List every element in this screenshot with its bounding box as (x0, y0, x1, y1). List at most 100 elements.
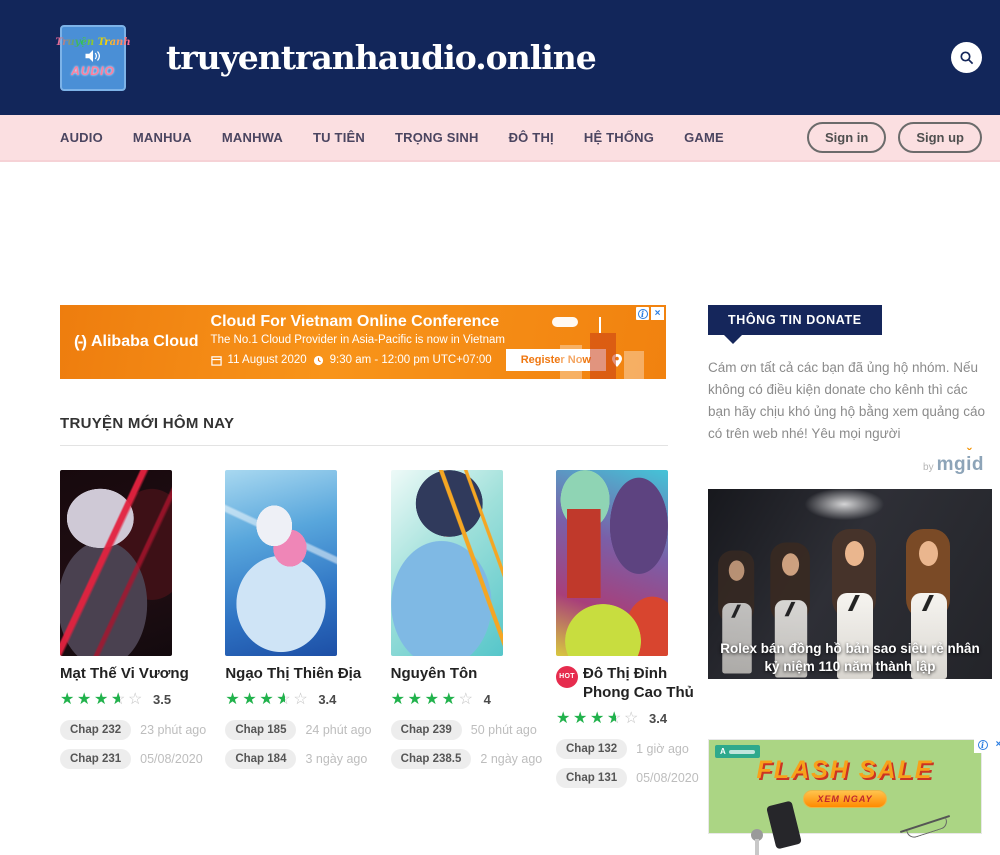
star-icon: ★ (408, 692, 425, 708)
chapter-list: Chap 132 1 giờ ago Chap 131 05/08/2020 (556, 739, 716, 788)
main-nav: AUDIO MANHUA MANHWA TU TIÊN TRỌNG SINH Đ… (0, 115, 1000, 162)
star-icon: ★ (590, 711, 607, 727)
ad-info-icon[interactable]: i (976, 738, 989, 751)
nav-item-hệ-thống[interactable]: HỆ THỐNG (584, 130, 654, 145)
chapter-badge[interactable]: Chap 185 (225, 720, 296, 740)
section-header: TRUYỆN MỚI HÔM NAY (60, 415, 668, 446)
nav-item-game[interactable]: GAME (684, 130, 724, 145)
rating-value: 3.5 (153, 692, 171, 707)
banner-schedule: 11 August 2020 9:30 am - 12:00 pm UTC+07… (211, 349, 622, 371)
section-divider (60, 445, 668, 446)
ad-close-icon[interactable]: × (992, 738, 1000, 751)
comic-card: Ngạo Thị Thiên Địa ★★★★☆☆ 3.4 Chap 185 2… (225, 470, 337, 788)
chapter-time: 50 phút ago (471, 723, 537, 737)
comic-title[interactable]: HOT Đô Thị Đỉnh Phong Cao Thủ (556, 665, 708, 703)
chapter-badge[interactable]: Chap 132 (556, 739, 627, 759)
nav-item-manhua[interactable]: MANHUA (133, 130, 192, 145)
chapter-list: Chap 185 24 phút ago Chap 184 3 ngày ago (225, 720, 385, 769)
banner-brand: (-) Alibaba Cloud (60, 332, 211, 352)
nav-item-đô-thị[interactable]: ĐÔ THỊ (509, 130, 554, 145)
banner-content: Cloud For Vietnam Online Conference The … (211, 313, 622, 371)
sign-up-button[interactable]: Sign up (898, 122, 982, 153)
hot-badge: HOT (556, 666, 578, 688)
star-icon: ★ (391, 692, 408, 708)
sign-in-button[interactable]: Sign in (807, 122, 886, 153)
comic-cover[interactable] (225, 470, 337, 656)
star-icon: ★☆ (607, 711, 624, 727)
chapter-row: Chap 185 24 phút ago (225, 720, 385, 740)
comic-title-text: Ngạo Thị Thiên Địa (225, 665, 361, 684)
star-icon: ★ (60, 692, 77, 708)
banner-time: 9:30 am - 12:00 pm UTC+07:00 (330, 354, 492, 366)
chapter-time: 2 ngày ago (480, 752, 542, 766)
glasses-graphic (900, 815, 950, 833)
mgid-logo[interactable]: mgidˇ (937, 454, 984, 475)
phone-graphic (766, 801, 802, 850)
chapter-badge[interactable]: Chap 131 (556, 768, 627, 788)
star-icon: ★ (259, 692, 276, 708)
star-icon: ★ (442, 692, 459, 708)
logo-text-top: Truyện Tranh (55, 37, 130, 48)
comic-title-text: Đô Thị Đỉnh Phong Cao Thủ (583, 665, 708, 703)
mgid-by-label: by (923, 462, 934, 473)
chapter-row: Chap 232 23 phút ago (60, 720, 220, 740)
register-now-button[interactable]: Register Now (506, 349, 606, 371)
advertiser-name-blur (729, 750, 755, 754)
ad-info-icon[interactable]: i (636, 307, 649, 320)
chapter-row: Chap 132 1 giờ ago (556, 739, 716, 759)
rating-value: 3.4 (649, 711, 667, 726)
chapter-time: 05/08/2020 (140, 752, 203, 766)
chapter-row: Chap 239 50 phút ago (391, 720, 551, 740)
main-column: (-) Alibaba Cloud Cloud For Vietnam Onli… (60, 305, 668, 834)
rating-value: 4 (484, 692, 491, 707)
section-title: TRUYỆN MỚI HÔM NAY (60, 415, 668, 432)
star-icon: ★ (573, 711, 590, 727)
nav-item-manhwa[interactable]: MANHWA (222, 130, 283, 145)
comic-title[interactable]: Nguyên Tôn (391, 665, 543, 684)
comic-title[interactable]: Mạt Thế Vi Vương (60, 665, 212, 684)
chapter-badge[interactable]: Chap 239 (391, 720, 462, 740)
comic-cover[interactable] (391, 470, 503, 656)
comic-card: HOT Đô Thị Đỉnh Phong Cao Thủ ★★★★☆☆ 3.4… (556, 470, 668, 788)
ad-close-icon[interactable]: × (651, 307, 664, 320)
nav-item-trọng-sinh[interactable]: TRỌNG SINH (395, 130, 479, 145)
sidebar: THÔNG TIN DONATE Cám ơn tất cả các bạn đ… (708, 305, 992, 834)
mgid-attribution: bymgidˇ (708, 454, 992, 476)
comic-cover[interactable] (556, 470, 668, 656)
comic-title-text: Nguyên Tôn (391, 665, 478, 684)
nav-item-tu-tiên[interactable]: TU TIÊN (313, 130, 365, 145)
star-icon: ★ (425, 692, 442, 708)
star-icon: ☆ (459, 692, 476, 708)
ad-choice-controls: i × (636, 307, 664, 320)
chapter-time: 1 giờ ago (636, 742, 689, 756)
nav-item-audio[interactable]: AUDIO (60, 130, 103, 145)
nav-items: AUDIO MANHUA MANHWA TU TIÊN TRỌNG SINH Đ… (60, 129, 724, 147)
search-button[interactable] (951, 42, 982, 73)
star-icon: ★ (242, 692, 259, 708)
star-icon: ☆ (293, 692, 310, 708)
comic-card: Mạt Thế Vi Vương ★★★★☆☆ 3.5 Chap 232 23 … (60, 470, 172, 788)
site-logo[interactable]: Truyện Tranh AUDIO (60, 25, 126, 91)
star-rating: ★★★★☆☆ (225, 691, 310, 709)
banner-ad[interactable]: (-) Alibaba Cloud Cloud For Vietnam Onli… (60, 305, 666, 379)
star-rating: ★★★★☆☆ (60, 691, 145, 709)
clock-icon (313, 355, 324, 366)
comic-cover[interactable] (60, 470, 172, 656)
banner-title: Cloud For Vietnam Online Conference (211, 313, 622, 331)
native-ad[interactable]: Rolex bán đồng hồ bản sao siêu rẻ nhân k… (708, 489, 992, 679)
chapter-badge[interactable]: Chap 232 (60, 720, 131, 740)
rating-value: 3.4 (318, 692, 336, 707)
alibaba-cloud-icon: (-) (74, 332, 85, 352)
banner-brand-name: Alibaba Cloud (91, 333, 199, 351)
star-icon: ☆ (624, 711, 641, 727)
site-header: Truyện Tranh AUDIO truyentranhaudio.onli… (0, 0, 1000, 115)
star-rating: ★★★★☆☆ (556, 710, 641, 728)
banner-date: 11 August 2020 (228, 354, 307, 366)
microphone-graphic (751, 829, 763, 841)
comic-title[interactable]: Ngạo Thị Thiên Địa (225, 665, 377, 684)
star-icon: ☆ (128, 692, 145, 708)
flash-sale-ad[interactable]: A i × FLASH SALE XEM NGAY (708, 739, 982, 834)
chapter-time: 23 phút ago (140, 723, 206, 737)
speaker-icon (84, 49, 102, 63)
xem-ngay-button[interactable]: XEM NGAY (803, 790, 886, 808)
